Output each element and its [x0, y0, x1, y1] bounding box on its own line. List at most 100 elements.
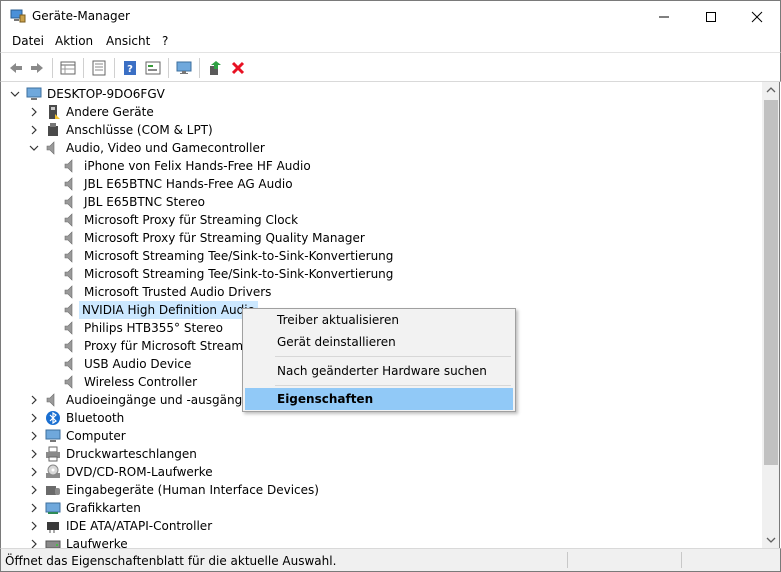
- speaker-icon: [64, 195, 73, 209]
- disc-icon: [46, 464, 60, 478]
- chevron-right-icon[interactable]: [28, 412, 40, 424]
- chevron-right-icon[interactable]: [28, 484, 40, 496]
- tree-item-label: Grafikkarten: [66, 501, 141, 515]
- help-button[interactable]: ?: [120, 58, 140, 78]
- ctx-scan-hardware[interactable]: Nach geänderter Hardware suchen: [245, 360, 513, 382]
- chevron-right-icon[interactable]: [28, 394, 40, 406]
- chevron-right-icon[interactable]: [28, 124, 40, 136]
- tree-item[interactable]: Microsoft Proxy für Streaming Quality Ma…: [1, 229, 761, 247]
- scan-hardware-button[interactable]: [174, 58, 194, 78]
- scroll-up-button[interactable]: [762, 82, 780, 99]
- menu-datei[interactable]: Datei: [8, 34, 48, 48]
- window-title: Geräte-Manager: [32, 9, 130, 23]
- tree-item-label: iPhone von Felix Hands-Free HF Audio: [84, 159, 311, 173]
- tree-item[interactable]: JBL E65BTNC Stereo: [1, 193, 761, 211]
- tree-item-label: Laufwerke: [66, 537, 128, 548]
- drive-icon: [45, 540, 61, 548]
- minimize-button[interactable]: [641, 1, 687, 32]
- speaker-icon: [64, 213, 73, 227]
- speaker-icon: [46, 141, 55, 155]
- scroll-down-button[interactable]: [762, 531, 780, 548]
- speaker-icon: [64, 375, 73, 389]
- tree-item-label: Eingabegeräte (Human Interface Devices): [66, 483, 319, 497]
- properties-grid-button[interactable]: [58, 58, 78, 78]
- chevron-down-icon[interactable]: [9, 88, 21, 100]
- tree-item[interactable]: Audio, Video und Gamecontroller: [1, 139, 761, 157]
- tree-item[interactable]: JBL E65BTNC Hands-Free AG Audio: [1, 175, 761, 193]
- tree-item-label: IDE ATA/ATAPI-Controller: [66, 519, 213, 533]
- toolbar-separator: [83, 58, 84, 78]
- tree-item[interactable]: Anschlüsse (COM & LPT): [1, 121, 761, 139]
- speaker-icon: [64, 321, 73, 335]
- back-button[interactable]: [6, 58, 26, 78]
- details-button[interactable]: [89, 58, 109, 78]
- speaker-icon: [64, 339, 73, 353]
- forward-button[interactable]: [27, 58, 47, 78]
- tree-item[interactable]: Druckwarteschlangen: [1, 445, 761, 463]
- tree-item-label: NVIDIA High Definition Audio: [79, 301, 258, 319]
- menu-help[interactable]: ?: [158, 34, 172, 48]
- computer-icon: [45, 429, 61, 442]
- tree-item-label: JBL E65BTNC Hands-Free AG Audio: [84, 177, 293, 191]
- ctx-properties[interactable]: Eigenschaften: [245, 388, 513, 410]
- menu-bar: Datei Aktion Ansicht ?: [0, 32, 781, 52]
- tree-item[interactable]: Computer: [1, 427, 761, 445]
- tree-item[interactable]: DVD/CD-ROM-Laufwerke: [1, 463, 761, 481]
- ctx-update-driver-label: Treiber aktualisieren: [277, 313, 399, 327]
- tree-item[interactable]: Laufwerke: [1, 535, 761, 548]
- uninstall-button[interactable]: [228, 58, 248, 78]
- tree-root-label: DESKTOP-9DO6FGV: [47, 87, 165, 101]
- ide-controller-icon: [47, 522, 59, 533]
- tree-item-label: Anschlüsse (COM & LPT): [66, 123, 213, 137]
- maximize-button[interactable]: [688, 1, 734, 32]
- chevron-right-icon[interactable]: [28, 106, 40, 118]
- tree-item[interactable]: Grafikkarten: [1, 499, 761, 517]
- bluetooth-icon: [46, 411, 60, 425]
- printer-icon: [46, 446, 60, 462]
- scroll-thumb[interactable]: [764, 100, 778, 465]
- menu-aktion[interactable]: Aktion: [51, 34, 97, 48]
- toolbar: ?: [0, 52, 781, 82]
- tree-item-label: Audioeingänge und -ausgänge: [66, 393, 250, 407]
- ctx-uninstall-device[interactable]: Gerät deinstallieren: [245, 331, 513, 353]
- tree-item[interactable]: IDE ATA/ATAPI-Controller: [1, 517, 761, 535]
- speaker-icon: [64, 159, 73, 173]
- tree-item[interactable]: iPhone von Felix Hands-Free HF Audio: [1, 157, 761, 175]
- tree-root[interactable]: DESKTOP-9DO6FGV: [1, 85, 761, 103]
- details-icon: [92, 60, 106, 76]
- vertical-scrollbar[interactable]: [762, 82, 780, 548]
- chevron-right-icon[interactable]: [28, 466, 40, 478]
- computer-icon: [26, 87, 42, 100]
- speaker-icon: [64, 267, 73, 281]
- update-driver-button[interactable]: [205, 58, 225, 78]
- close-button[interactable]: [734, 1, 780, 32]
- tree-item[interactable]: Eingabegeräte (Human Interface Devices): [1, 481, 761, 499]
- tree-item[interactable]: Microsoft Streaming Tee/Sink-to-Sink-Kon…: [1, 265, 761, 283]
- chevron-right-icon[interactable]: [28, 448, 40, 460]
- maximize-icon: [706, 12, 716, 22]
- monitor-icon: [176, 61, 192, 74]
- tree-item-label: Microsoft Proxy für Streaming Clock: [84, 213, 299, 227]
- chevron-right-icon[interactable]: [28, 430, 40, 442]
- tree-item-label: DVD/CD-ROM-Laufwerke: [66, 465, 213, 479]
- tree-item-label: Wireless Controller: [84, 375, 198, 389]
- chevron-right-icon[interactable]: [28, 538, 40, 548]
- speaker-icon: [64, 357, 73, 371]
- tree-item-label: Microsoft Proxy für Streaming Quality Ma…: [84, 231, 365, 245]
- view-button[interactable]: [143, 58, 163, 78]
- tree-item[interactable]: Microsoft Trusted Audio Drivers: [1, 283, 761, 301]
- tree-item[interactable]: Microsoft Proxy für Streaming Clock: [1, 211, 761, 229]
- view-icon: [145, 61, 161, 75]
- tree-item[interactable]: Andere Geräte: [1, 103, 761, 121]
- chevron-up-icon: [766, 87, 776, 93]
- ctx-update-driver[interactable]: Treiber aktualisieren: [245, 309, 513, 331]
- device-manager-app-icon: [10, 9, 26, 23]
- tree-item[interactable]: Microsoft Streaming Tee/Sink-to-Sink-Kon…: [1, 247, 761, 265]
- chevron-down-icon[interactable]: [28, 142, 40, 154]
- menu-ansicht[interactable]: Ansicht: [102, 34, 154, 48]
- chevron-right-icon[interactable]: [28, 520, 40, 532]
- speaker-icon: [64, 231, 73, 245]
- properties-grid-icon: [60, 61, 76, 75]
- speaker-icon: [46, 393, 55, 407]
- chevron-right-icon[interactable]: [28, 502, 40, 514]
